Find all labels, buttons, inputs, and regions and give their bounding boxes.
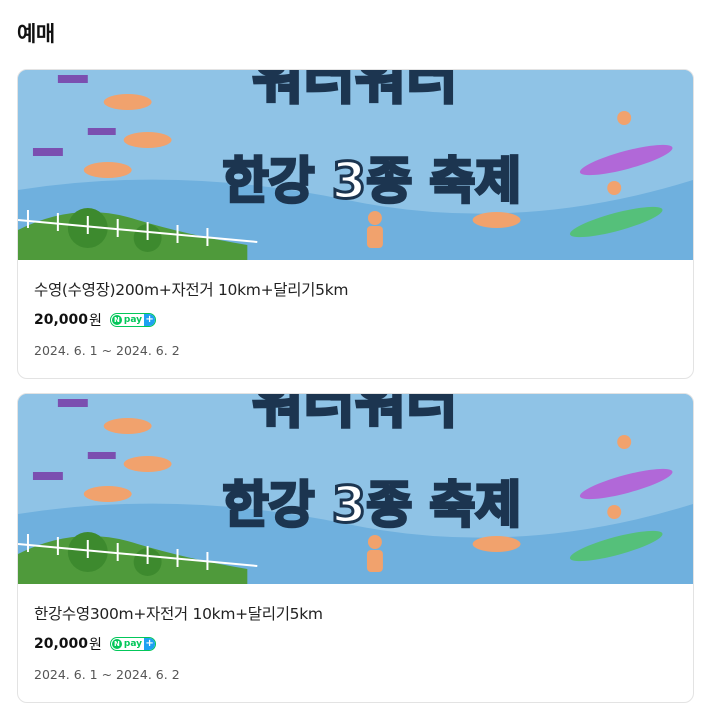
banner-headline-1: 워터워터 xyxy=(252,70,457,112)
price-row: 20,000 원 N pay + xyxy=(34,311,677,329)
product-card[interactable]: 워터워터 한강 3종 축제 한강수영300m+자전거 10km+달리기5km 2… xyxy=(17,393,694,703)
price-unit: 원 xyxy=(89,313,102,329)
product-title: 수영(수영장)200m+자전거 10km+달리기5km xyxy=(34,281,349,299)
npay-plus-icon: + xyxy=(144,314,156,326)
npay-n-icon: N xyxy=(111,315,122,325)
event-banner-image: 워터워터 한강 3종 축제 xyxy=(18,394,693,584)
banner-headline-1: 워터워터 xyxy=(252,394,457,436)
npay-n-icon: N xyxy=(111,639,122,649)
event-date: 2024. 6. 1 ~ 2024. 6. 2 xyxy=(34,667,180,682)
banner-headline-2: 한강 3종 축제 xyxy=(223,476,522,534)
npay-label: pay xyxy=(123,315,143,325)
event-date: 2024. 6. 1 ~ 2024. 6. 2 xyxy=(34,343,180,358)
banner-headline-2: 한강 3종 축제 xyxy=(223,152,522,210)
event-banner-image: 워터워터 한강 3종 축제 xyxy=(18,70,693,260)
product-title: 한강수영300m+자전거 10km+달리기5km xyxy=(34,605,323,623)
product-card[interactable]: 워터워터 한강 3종 축제 수영(수영장)200m+자전거 10km+달리기5k… xyxy=(17,69,694,379)
price-unit: 원 xyxy=(89,637,102,653)
price-value: 20,000 xyxy=(34,312,89,328)
npay-plus-icon: + xyxy=(144,638,156,650)
price-row: 20,000 원 N pay + xyxy=(34,635,677,653)
section-title: 예매 xyxy=(17,22,55,46)
npay-badge: N pay + xyxy=(109,313,157,327)
npay-label: pay xyxy=(123,639,143,649)
npay-badge: N pay + xyxy=(109,637,157,651)
price-value: 20,000 xyxy=(34,636,89,652)
